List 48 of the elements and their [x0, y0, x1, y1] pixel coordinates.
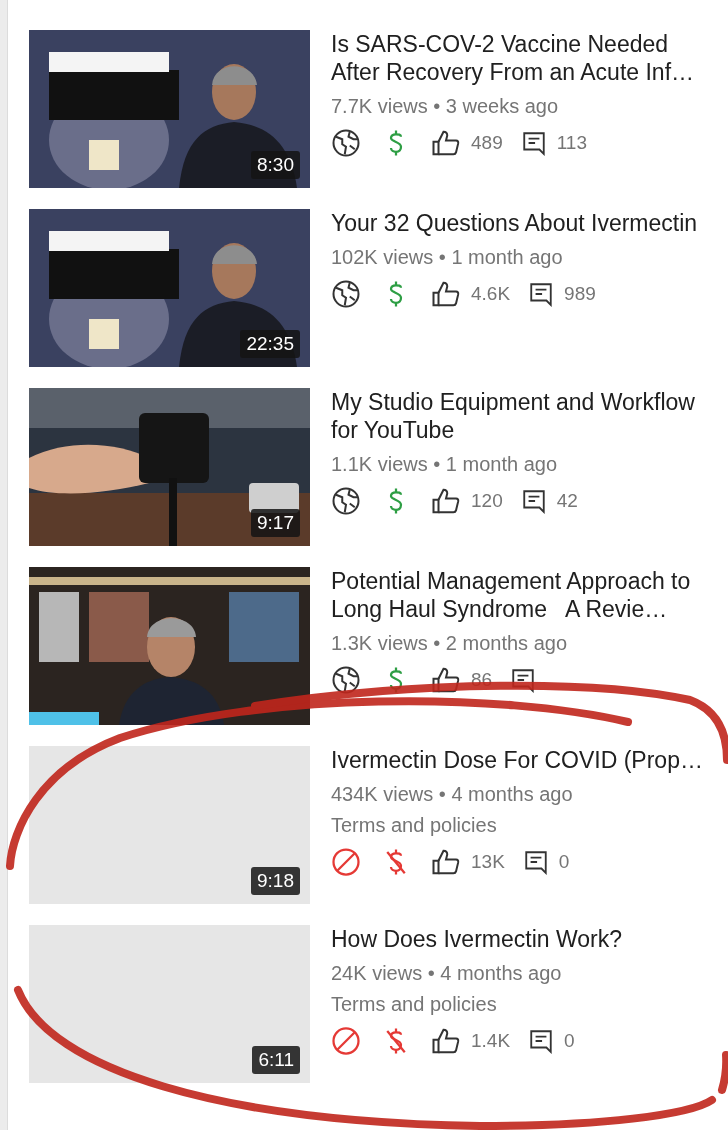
blocked-icon[interactable]	[331, 847, 361, 877]
thumbnail-placeholder[interactable]: 6:11	[29, 925, 310, 1083]
like-count: 489	[471, 132, 503, 154]
like-count: 13K	[471, 851, 505, 873]
thumbnail-placeholder[interactable]: 9:18	[29, 746, 310, 904]
comment-icon[interactable]	[528, 281, 555, 307]
comment-icon[interactable]	[522, 849, 549, 875]
comment-count: 42	[556, 490, 578, 512]
comment-count: 113	[556, 132, 587, 154]
globe-icon[interactable]	[331, 128, 361, 158]
globe-icon[interactable]	[331, 486, 361, 516]
video-title[interactable]: My Studio Equipment and Workflow for YouTube	[331, 388, 709, 444]
restriction-notice: Terms and policies	[331, 992, 498, 1017]
thumbs-up-icon[interactable]	[431, 1026, 461, 1056]
video-stats: 1.1K views • 1 month ago	[331, 452, 558, 477]
video-title[interactable]: Potential Management Approach to Long Haul Syndrome A Revie…	[331, 567, 709, 623]
video-title[interactable]: Is SARS-COV-2 Vaccine Needed After Recovery From an Acute Inf…	[331, 30, 709, 86]
comment-icon[interactable]	[520, 488, 547, 514]
like-count: 120	[471, 490, 503, 512]
duration-badge: 9:18	[251, 867, 300, 895]
duration-badge: 8:30	[251, 151, 300, 179]
thumbs-up-icon[interactable]	[431, 847, 461, 877]
duration-badge: 6:11	[252, 1046, 300, 1074]
restriction-notice: Terms and policies	[331, 813, 498, 838]
thumbs-up-icon[interactable]	[431, 128, 461, 158]
globe-icon[interactable]	[331, 279, 361, 309]
video-title[interactable]: How Does Ivermectin Work?	[331, 925, 709, 953]
video-title[interactable]: Ivermectin Dose For COVID (Prop…	[331, 746, 709, 774]
comment-count: 0	[564, 1030, 575, 1052]
thumbs-up-icon[interactable]	[431, 486, 461, 516]
video-stats: 102K views • 1 month ago	[331, 245, 564, 270]
comment-icon[interactable]	[520, 130, 547, 156]
video-stats: 434K views • 4 months ago	[331, 782, 574, 807]
duration-badge: 9:17	[251, 509, 300, 537]
thumbs-up-icon[interactable]	[431, 665, 461, 695]
thumbs-up-icon[interactable]	[431, 279, 461, 309]
like-count: 4.6K	[471, 283, 511, 305]
video-title[interactable]: Your 32 Questions About Ivermectin	[331, 209, 709, 237]
like-count: 1.4K	[471, 1030, 511, 1052]
comment-icon[interactable]	[510, 667, 537, 693]
blocked-icon[interactable]	[331, 1026, 361, 1056]
video-stats: 24K views • 4 months ago	[331, 961, 563, 986]
comment-count: 989	[564, 283, 596, 305]
comment-icon[interactable]	[528, 1028, 555, 1054]
comment-count: 0	[558, 851, 570, 873]
video-stats: 1.3K views • 2 months ago	[331, 631, 568, 656]
duration-badge: 22:35	[240, 330, 300, 358]
video-stats: 7.7K views • 3 weeks ago	[331, 94, 560, 119]
